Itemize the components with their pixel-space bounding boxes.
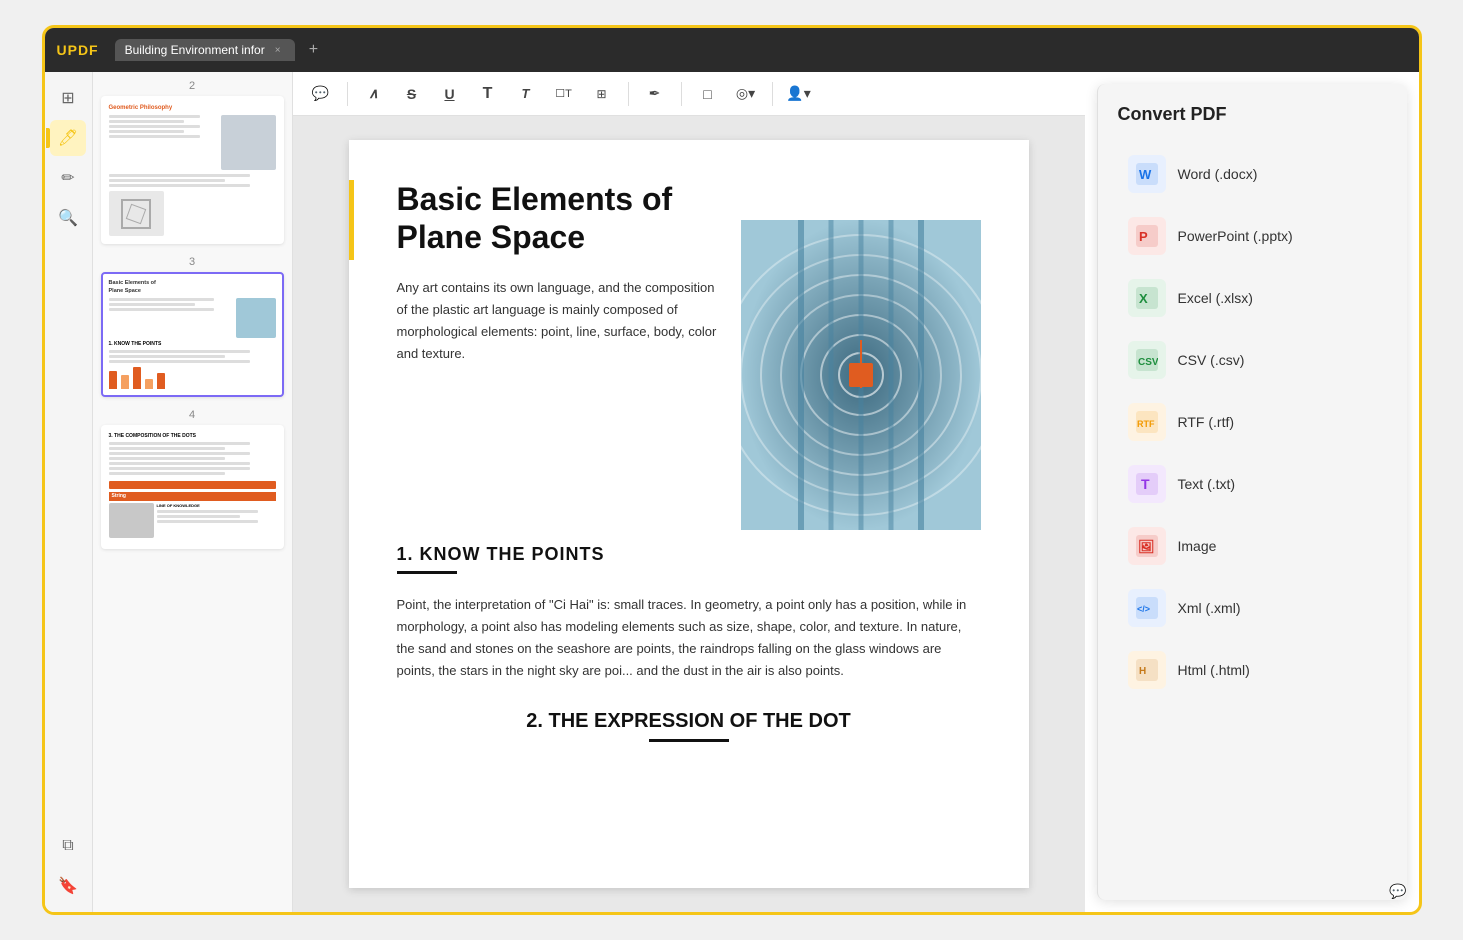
- underline-toolbar-btn[interactable]: U: [434, 78, 466, 110]
- sidebar-icon-bookmark[interactable]: 🔖: [50, 868, 86, 904]
- comment-toolbar-btn[interactable]: 💬: [305, 78, 337, 110]
- svg-text:</>: </>: [1137, 604, 1150, 614]
- pdf-header-image: [741, 220, 981, 530]
- pencil-toolbar-btn[interactable]: ∧: [358, 78, 390, 110]
- pdf-section2-underline: [649, 739, 729, 742]
- svg-text:T: T: [1141, 476, 1150, 492]
- pdf-section1: 1. KNOW THE POINTS Point, the interpreta…: [397, 544, 981, 682]
- sidebar-icon-search[interactable]: 🔍: [50, 200, 86, 236]
- thumb-label-2: 2: [101, 80, 284, 92]
- toolbar-sep-3: [681, 82, 682, 106]
- thumbnail-page-2[interactable]: 2 Geometric Philosophy: [101, 80, 284, 244]
- pdf-heading: Basic Elements ofPlane Space: [397, 180, 721, 257]
- convert-excel-item[interactable]: X Excel (.xlsx): [1118, 267, 1387, 329]
- rtf-icon: RTF: [1128, 403, 1166, 441]
- word-label: Word (.docx): [1178, 166, 1258, 182]
- sidebar-icon-layers[interactable]: ⧉: [50, 828, 86, 864]
- svg-text:W: W: [1139, 167, 1152, 182]
- pdf-viewer: Basic Elements ofPlane Space Any art con…: [293, 116, 1085, 912]
- word-icon: W: [1128, 155, 1166, 193]
- svg-text:X: X: [1139, 291, 1148, 306]
- thumb-label-3: 3: [101, 256, 284, 268]
- thumbnail-page-4[interactable]: 4 3. THE COMPOSITION OF THE DOTS String: [101, 409, 284, 549]
- pdf-accent-bar: [349, 180, 354, 260]
- image-icon: 🖼: [1128, 527, 1166, 565]
- pdf-section1-title: 1. KNOW THE POINTS: [397, 544, 981, 565]
- html-icon: H: [1128, 651, 1166, 689]
- svg-text:P: P: [1139, 229, 1148, 244]
- pen-toolbar-btn[interactable]: ✒: [639, 78, 671, 110]
- thumbnail-page-3[interactable]: 3 Basic Elements ofPlane Space 1.: [101, 256, 284, 396]
- convert-xml-item[interactable]: </> Xml (.xml): [1118, 577, 1387, 639]
- thumb-label-4: 4: [101, 409, 284, 421]
- toolbar-area: 💬 ∧ S U T T ☐T ⊞ ✒ □ ◎▾ 👤▾: [293, 72, 1085, 912]
- main-area: ⊞ 🖊 ✏ 🔍 ⧉ 🔖 2 Geometric Philosophy: [45, 72, 1419, 912]
- excel-icon: X: [1128, 279, 1166, 317]
- convert-image-item[interactable]: 🖼 Image: [1118, 515, 1387, 577]
- text2-toolbar-btn[interactable]: T: [510, 78, 542, 110]
- bottom-chat-btn[interactable]: 💬: [1389, 883, 1406, 900]
- convert-rtf-item[interactable]: RTF RTF (.rtf): [1118, 391, 1387, 453]
- tab-close-btn[interactable]: ×: [271, 43, 285, 57]
- thumb-box-2[interactable]: Geometric Philosophy: [101, 96, 284, 244]
- textbox-toolbar-btn[interactable]: ☐T: [548, 78, 580, 110]
- text-icon: T: [1128, 465, 1166, 503]
- convert-text-item[interactable]: T Text (.txt): [1118, 453, 1387, 515]
- sidebar-icon-comment[interactable]: ✏: [50, 160, 86, 196]
- title-bar: UPDF Building Environment infor × +: [45, 28, 1419, 72]
- thumb-box-3[interactable]: Basic Elements ofPlane Space 1. KNOW THE…: [101, 272, 284, 396]
- active-tab[interactable]: Building Environment infor ×: [115, 39, 295, 61]
- convert-pdf-panel: Convert PDF W Word (.docx) P PowerPoint …: [1097, 84, 1407, 900]
- new-tab-btn[interactable]: +: [303, 41, 324, 59]
- html-label: Html (.html): [1178, 662, 1250, 678]
- person-toolbar-btn[interactable]: 👤▾: [783, 78, 815, 110]
- sidebar-icon-thumbnail[interactable]: ⊞: [50, 80, 86, 116]
- csv-label: CSV (.csv): [1178, 352, 1245, 368]
- text-toolbar-btn[interactable]: T: [472, 78, 504, 110]
- ppt-icon: P: [1128, 217, 1166, 255]
- convert-html-item[interactable]: H Html (.html): [1118, 639, 1387, 701]
- app-logo: UPDF: [57, 42, 99, 58]
- text-label: Text (.txt): [1178, 476, 1236, 492]
- xml-label: Xml (.xml): [1178, 600, 1241, 616]
- svg-text:H: H: [1139, 666, 1146, 677]
- svg-text:RTF: RTF: [1137, 419, 1155, 429]
- convert-panel-title: Convert PDF: [1118, 104, 1387, 125]
- rtf-label: RTF (.rtf): [1178, 414, 1235, 430]
- svg-text:🖼: 🖼: [1138, 539, 1155, 554]
- excel-label: Excel (.xlsx): [1178, 290, 1253, 306]
- pdf-section2: 2. THE EXPRESSION OF THE DOT: [397, 710, 981, 742]
- toolbar-sep-4: [772, 82, 773, 106]
- stamp-toolbar-btn[interactable]: ◎▾: [730, 78, 762, 110]
- sidebar-icon-highlight[interactable]: 🖊: [50, 120, 86, 156]
- app-window: UPDF Building Environment infor × + ⊞ 🖊 …: [42, 25, 1422, 915]
- xml-icon: </>: [1128, 589, 1166, 627]
- toolbar-sep-1: [347, 82, 348, 106]
- thumbnails-panel: 2 Geometric Philosophy: [93, 72, 293, 912]
- pdf-layout-row: Basic Elements ofPlane Space Any art con…: [397, 180, 981, 520]
- pdf-section1-body: Point, the interpretation of "Ci Hai" is…: [397, 594, 981, 682]
- image-label: Image: [1178, 538, 1217, 554]
- toolbar-sep-2: [628, 82, 629, 106]
- csv-icon: CSV: [1128, 341, 1166, 379]
- highlight-icon: 🖊: [58, 128, 78, 148]
- shape-toolbar-btn[interactable]: □: [692, 78, 724, 110]
- convert-csv-item[interactable]: CSV CSV (.csv): [1118, 329, 1387, 391]
- convert-word-item[interactable]: W Word (.docx): [1118, 143, 1387, 205]
- tab-title: Building Environment infor: [125, 43, 265, 57]
- pdf-section1-underline: [397, 571, 457, 574]
- pdf-section2-title: 2. THE EXPRESSION OF THE DOT: [397, 710, 981, 733]
- left-sidebar: ⊞ 🖊 ✏ 🔍 ⧉ 🔖: [45, 72, 93, 912]
- pdf-page: Basic Elements ofPlane Space Any art con…: [349, 140, 1029, 888]
- svg-text:CSV: CSV: [1138, 357, 1158, 368]
- ppt-label: PowerPoint (.pptx): [1178, 228, 1293, 244]
- thumb-box-4[interactable]: 3. THE COMPOSITION OF THE DOTS String: [101, 425, 284, 549]
- pdf-body-text: Any art contains its own language, and t…: [397, 277, 721, 365]
- convert-ppt-item[interactable]: P PowerPoint (.pptx): [1118, 205, 1387, 267]
- table-toolbar-btn[interactable]: ⊞: [586, 78, 618, 110]
- toolbar: 💬 ∧ S U T T ☐T ⊞ ✒ □ ◎▾ 👤▾: [293, 72, 1085, 116]
- strikethrough-toolbar-btn[interactable]: S: [396, 78, 428, 110]
